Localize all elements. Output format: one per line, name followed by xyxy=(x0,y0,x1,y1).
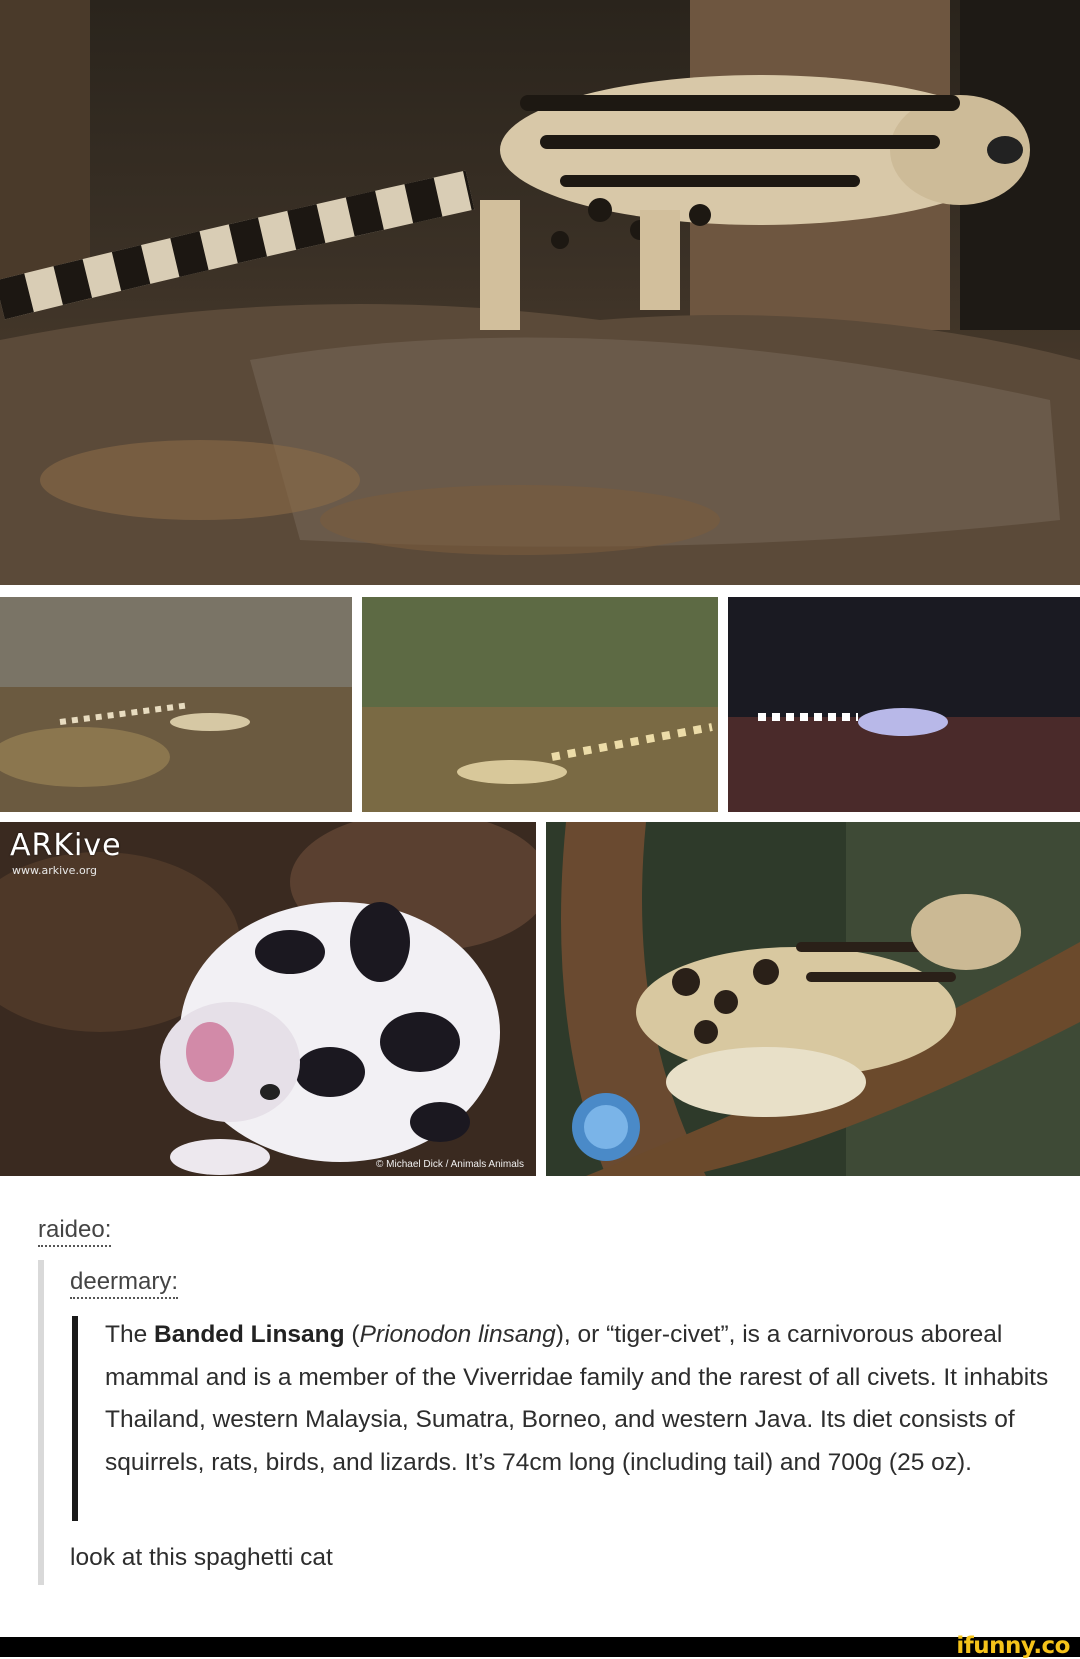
reblog-comment: look at this spaghetti cat xyxy=(70,1544,333,1571)
photo-linsang-on-branch xyxy=(546,822,1080,1176)
reblog-quote-bar-outer xyxy=(38,1260,44,1585)
species-scientific-name: Prionodon linsang xyxy=(359,1321,556,1348)
source-username[interactable]: deermary: xyxy=(70,1268,179,1299)
arkive-url: www.arkive.org xyxy=(12,864,97,877)
photo-trail-camera-2 xyxy=(362,597,718,812)
quote-part-1: The xyxy=(105,1321,155,1348)
photo-arkive-linsang: ARKive www.arkive.org © Michael Dick / A… xyxy=(0,822,536,1176)
photo-trail-camera-3 xyxy=(728,597,1080,812)
arkive-logo: ARKive xyxy=(10,828,122,863)
photo-linsang-on-root xyxy=(0,0,1080,585)
reblogger-username[interactable]: raideo: xyxy=(38,1216,112,1247)
post-text-section: raideo: deermary: The Banded Linsang (Pr… xyxy=(0,1186,1080,1606)
watermark-bar: ifunny.co xyxy=(0,1633,1080,1659)
photo-credit: © Michael Dick / Animals Animals xyxy=(376,1159,524,1170)
quote-part-2: ( xyxy=(344,1321,360,1348)
ifunny-watermark: ifunny.co xyxy=(956,1633,1070,1659)
reblog-quote-bar-inner xyxy=(72,1316,78,1521)
photo-trail-camera-1 xyxy=(0,597,352,812)
quoted-text: The Banded Linsang (Prionodon linsang), … xyxy=(105,1314,1060,1484)
species-common-name: Banded Linsang xyxy=(154,1321,345,1348)
